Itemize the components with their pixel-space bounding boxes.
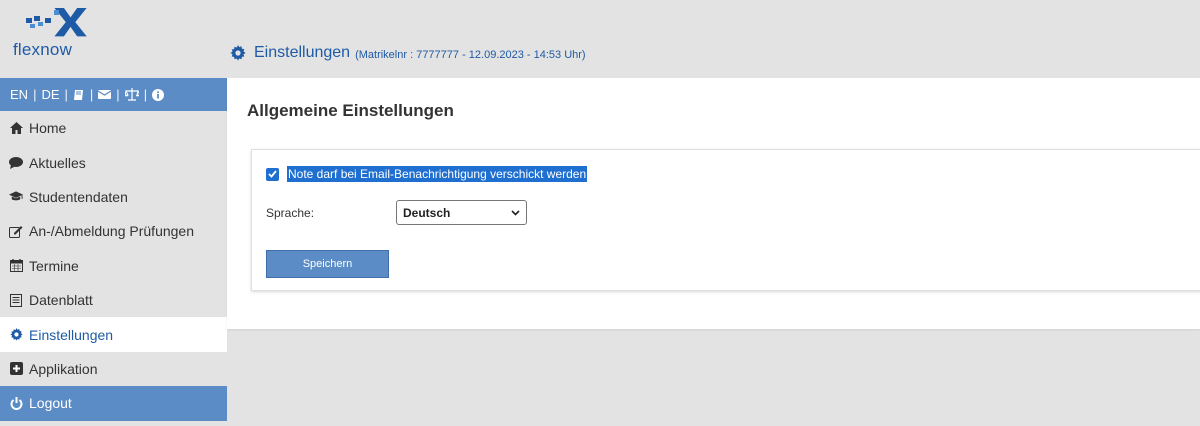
logo-text: flexnow <box>13 40 73 59</box>
sidebar-item-einstellungen[interactable]: Einstellungen <box>0 317 227 352</box>
datasheet-icon <box>9 293 23 307</box>
graduation-cap-icon <box>9 190 23 204</box>
separator: | <box>143 87 148 102</box>
save-button[interactable]: Speichern <box>266 250 389 278</box>
page-title: Einstellungen <box>254 44 351 61</box>
language-select[interactable]: Deutsch <box>396 200 527 225</box>
sidebar-item-anmeldung[interactable]: An-/Abmeldung Prüfungen <box>0 214 227 249</box>
sidebar-item-label: Aktuelles <box>29 154 86 171</box>
page-meta: (Matrikelnr : 7777777 - 12.09.2023 - 14:… <box>355 48 586 61</box>
sidebar-item-studentendaten[interactable]: Studentendaten <box>0 179 227 215</box>
sidebar-item-label: An-/Abmeldung Prüfungen <box>29 223 194 240</box>
sidebar-item-label: Einstellungen <box>29 326 114 343</box>
separator: | <box>116 87 120 102</box>
book-icon[interactable] <box>73 89 85 101</box>
mail-icon[interactable] <box>98 89 112 100</box>
gear-icon <box>9 328 23 342</box>
sidebar-item-label: Datenblatt <box>29 292 93 309</box>
main-content: Allgemeine Einstellungen Note darf bei E… <box>227 78 1200 329</box>
separator: | <box>64 87 68 102</box>
sidebar-item-label: Termine <box>29 257 79 274</box>
info-icon[interactable] <box>152 88 165 101</box>
email-grade-option: Note darf bei Email-Benachrichtigung ver… <box>266 166 588 182</box>
language-select-value: Deutsch <box>403 205 451 220</box>
power-icon <box>9 396 23 410</box>
logout-label: Logout <box>29 395 72 412</box>
comment-icon <box>9 156 23 170</box>
separator: | <box>89 87 94 102</box>
flexnow-logo-mark <box>26 8 87 37</box>
scale-icon[interactable] <box>124 88 139 101</box>
sidebar-item-datenblatt[interactable]: Datenblatt <box>0 282 227 318</box>
home-icon <box>9 121 23 135</box>
sidebar: EN | DE | | | | Home Aktuelles Studenten… <box>0 78 227 421</box>
lang-en-link[interactable]: EN <box>10 87 28 102</box>
language-bar: EN | DE | | | | <box>0 78 227 111</box>
gear-icon <box>230 45 246 61</box>
sidebar-item-termine[interactable]: Termine <box>0 248 227 283</box>
settings-card: Note darf bei Email-Benachrichtigung ver… <box>251 149 1200 291</box>
email-grade-checkbox[interactable] <box>266 167 279 181</box>
sidebar-item-aktuelles[interactable]: Aktuelles <box>0 145 227 180</box>
chevron-down-icon <box>511 209 520 216</box>
sidebar-item-label: Studentendaten <box>29 188 128 205</box>
calendar-icon <box>9 259 23 273</box>
logout-button[interactable]: Logout <box>0 386 227 421</box>
email-grade-checkbox-label[interactable]: Note darf bei Email-Benachrichtigung ver… <box>287 166 588 182</box>
sidebar-item-applikation[interactable]: Applikation <box>0 351 227 387</box>
lang-de-link[interactable]: DE <box>41 87 59 102</box>
plus-square-icon <box>9 362 23 376</box>
sidebar-item-label: Home <box>29 120 67 137</box>
language-label: Sprache: <box>266 205 315 220</box>
language-row: Sprache: Deutsch <box>266 200 527 225</box>
sidebar-item-home[interactable]: Home <box>0 111 227 146</box>
page-header: Einstellungen (Matrikelnr : 7777777 - 12… <box>230 44 586 62</box>
section-heading: Allgemeine Einstellungen <box>247 101 454 120</box>
edit-icon <box>9 224 23 238</box>
sidebar-item-label: Applikation <box>29 360 98 377</box>
separator: | <box>33 87 37 102</box>
